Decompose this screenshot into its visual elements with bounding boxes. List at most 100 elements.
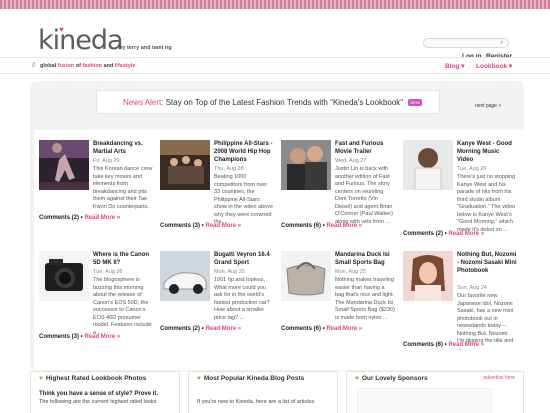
post-excerpt-text: Beating 1000 competitors from over 33 co… xyxy=(214,174,274,225)
read-more-link[interactable]: Read More » xyxy=(205,326,241,332)
heart-icon: ♥ xyxy=(355,375,359,382)
post-card: Bugatti Veyron 16.4 Grand Sport Mon, Aug… xyxy=(155,241,270,341)
comments-link[interactable]: Comments (3) xyxy=(39,334,79,340)
comments-link[interactable]: Comments (2) xyxy=(160,326,200,332)
nav-blog-dropdown[interactable]: Blog ▾ xyxy=(445,62,465,70)
sponsors-box: ♥ Our Lovely Sponsors advertise here xyxy=(346,371,524,413)
post-title[interactable]: Nothing But, Nozomi - Nozomi Sasaki Mini… xyxy=(457,251,517,275)
site-tagline: global fusion of fashion and lifestyle xyxy=(40,63,135,69)
advertise-link[interactable]: advertise here xyxy=(483,375,515,381)
read-more-link[interactable]: Read More » xyxy=(84,334,120,340)
news-alert-bar[interactable]: News Alert: Stay on Top of the Latest Fa… xyxy=(96,90,440,114)
post-excerpt: The blogosphere is buzzing this morning … xyxy=(93,277,153,337)
post-date: Tue, Aug 26 xyxy=(93,269,123,275)
post-title[interactable]: Kanye West - Good Morning Music Video xyxy=(457,140,517,164)
news-alert-text[interactable]: News Alert: Stay on Top of the Latest Fa… xyxy=(123,98,422,107)
post-thumbnail[interactable] xyxy=(281,140,331,190)
post-title[interactable]: Bugatti Veyron 16.4 Grand Sport xyxy=(214,251,274,267)
tagline-highlight: fashion xyxy=(82,63,103,69)
comments-link[interactable]: Comments (6) xyxy=(403,342,443,348)
search-input[interactable]: ⌕ xyxy=(423,38,509,48)
post-title[interactable]: Philippine All-Stars - 2008 World Hip Ho… xyxy=(214,140,274,164)
post-excerpt: Justin Lin is back with another edition … xyxy=(335,166,395,226)
news-alert-message[interactable]: Stay on Top of the Latest Fashion Trends… xyxy=(166,98,403,107)
post-title[interactable]: Mandarina Duck Isi Small Sports Bag xyxy=(335,251,395,267)
post-card: Philippine All-Stars - 2008 World Hip Ho… xyxy=(155,130,273,230)
tagline-highlight: lifestyle xyxy=(114,63,136,69)
post-title[interactable]: Fast and Furious Movie Trailer xyxy=(335,140,395,156)
logo-heart-icon: ♥ xyxy=(59,25,64,34)
top-decorative-strip xyxy=(0,0,550,9)
section-description: The following are the current highest ra… xyxy=(39,399,157,405)
slash-decoration-icon: // xyxy=(32,63,36,69)
section-title-text: Highest Rated Lookbook Photos xyxy=(45,375,147,382)
post-excerpt-text: This Korean dance crew take key moves an… xyxy=(93,166,153,217)
comments-link[interactable]: Comments (2) xyxy=(39,215,79,221)
post-thumbnail[interactable] xyxy=(160,251,210,301)
post-meta: Comments (2) • Read More » xyxy=(39,215,121,221)
post-excerpt-text: 1001 hp and topless. What more could you… xyxy=(214,277,270,321)
read-more-link[interactable]: Read More » xyxy=(448,342,484,348)
section-title: ♥ Our Lovely Sponsors xyxy=(355,375,428,382)
read-more-link[interactable]: Read More » xyxy=(326,223,362,229)
read-more-link[interactable]: Read More » xyxy=(84,215,120,221)
post-card: Fast and Furious Movie Trailer Wed, Aug … xyxy=(276,130,393,230)
post-card: Mandarina Duck Isi Small Sports Bag Mon,… xyxy=(276,241,395,341)
highest-rated-box: ♥ Highest Rated Lookbook Photos Think you… xyxy=(30,371,180,413)
section-description: If you're new to Kineda, here are a list… xyxy=(197,399,315,405)
tagline-text: and xyxy=(102,63,115,69)
post-meta: Comments (6) • Read More » xyxy=(281,223,363,229)
post-date: Thu, Aug 28 xyxy=(214,166,244,172)
post-card: Kanye West - Good Morning Music Video Tu… xyxy=(398,130,515,237)
post-date: Sun, Aug 24 xyxy=(457,285,487,291)
section-title-text: Our Lovely Sponsors xyxy=(361,375,428,382)
section-title: ♥ Most Popular Kineda Blog Posts xyxy=(197,375,304,382)
post-date: Fri, Aug 29 xyxy=(93,158,120,164)
post-title[interactable]: Breakdancing vs. Martial Arts xyxy=(93,140,153,156)
post-excerpt: Beating 1000 competitors from over 33 co… xyxy=(214,174,274,227)
read-more-link[interactable]: Read More » xyxy=(205,223,241,229)
post-excerpt: This Korean dance crew take key moves an… xyxy=(93,166,153,219)
comments-link[interactable]: Comments (6) xyxy=(281,326,321,332)
post-excerpt: 1001 hp and topless. What more could you… xyxy=(214,277,274,322)
post-meta: Comments (3) • Read More » xyxy=(160,223,242,229)
heart-icon: ♥ xyxy=(39,375,43,382)
post-card: Breakdancing vs. Martial Arts Fri, Aug 2… xyxy=(34,130,152,230)
post-excerpt-text: Justin Lin is back with another edition … xyxy=(335,166,394,225)
post-excerpt-text: The blogosphere is buzzing this morning … xyxy=(93,277,152,336)
post-card: Where is the Canon 5D MK II? Tue, Aug 26… xyxy=(34,241,152,341)
post-grid: Breakdancing vs. Martial Arts Fri, Aug 2… xyxy=(34,130,524,370)
section-subtitle: Think you have a sense of style? Prove i… xyxy=(39,391,159,397)
post-thumbnail[interactable] xyxy=(403,140,453,190)
tagline-bar: // global fusion of fashion and lifestyl… xyxy=(0,57,550,74)
post-thumbnail[interactable] xyxy=(39,140,89,190)
post-title[interactable]: Where is the Canon 5D MK II? xyxy=(93,251,153,267)
sponsor-ad-slot[interactable] xyxy=(357,388,492,413)
section-title-text: Most Popular Kineda Blog Posts xyxy=(203,375,305,382)
post-meta: Comments (2) • Read More » xyxy=(160,326,242,332)
post-card: Nothing But, Nozomi - Nozomi Sasaki Mini… xyxy=(398,241,517,352)
post-thumbnail[interactable] xyxy=(160,140,210,190)
post-date: Wed, Aug 27 xyxy=(335,158,367,164)
post-excerpt-text: There's just no stopping Kanye West and … xyxy=(457,174,516,233)
tagline-highlight: fusion xyxy=(57,63,75,69)
byline: by terry and tami ng xyxy=(119,45,172,51)
news-alert-label: News Alert: xyxy=(123,98,164,107)
post-thumbnail[interactable] xyxy=(403,251,453,301)
search-icon[interactable]: ⌕ xyxy=(500,40,503,47)
read-more-link[interactable]: Read More » xyxy=(448,231,484,237)
nav-lookbook-dropdown[interactable]: Lookbook ▾ xyxy=(476,62,512,70)
post-meta: Comments (6) • Read More » xyxy=(403,342,485,348)
post-excerpt: There's just no stopping Kanye West and … xyxy=(457,174,517,234)
post-thumbnail[interactable] xyxy=(39,251,89,301)
new-badge: NEW xyxy=(408,99,422,107)
comments-link[interactable]: Comments (3) xyxy=(160,223,200,229)
comments-link[interactable]: Comments (6) xyxy=(281,223,321,229)
comments-link[interactable]: Comments (2) xyxy=(403,231,443,237)
read-more-link[interactable]: Read More » xyxy=(326,326,362,332)
post-date: Tue, Aug 26 xyxy=(457,166,487,172)
site-logo[interactable]: kineda xyxy=(38,27,124,54)
next-page-link[interactable]: next page » xyxy=(475,103,501,109)
post-thumbnail[interactable] xyxy=(281,251,331,301)
heart-icon: ♥ xyxy=(197,375,201,382)
